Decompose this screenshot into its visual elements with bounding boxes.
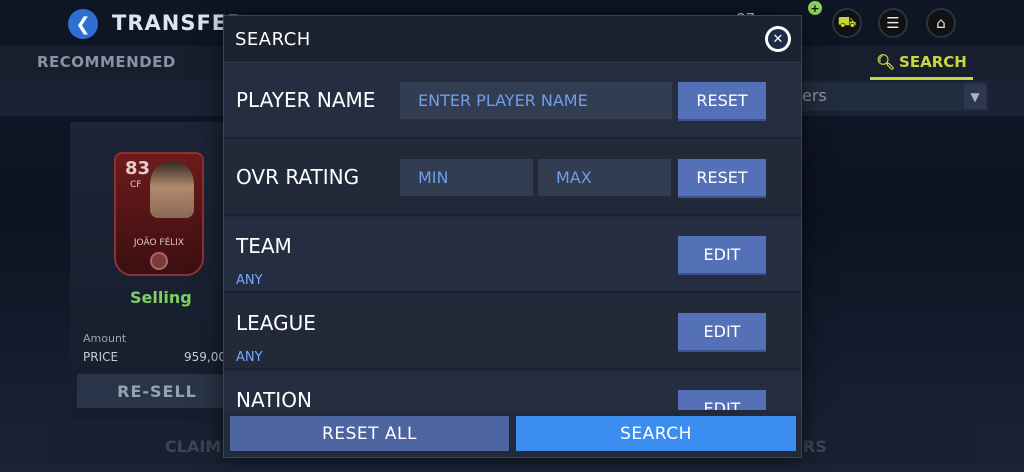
nation-label: NATION	[236, 388, 312, 410]
dialog-body[interactable]: PLAYER NAME ENTER PLAYER NAME RESET OVR …	[224, 64, 801, 410]
search-dialog: SEARCH ✕ PLAYER NAME ENTER PLAYER NAME R…	[223, 15, 802, 458]
team-edit-button[interactable]: EDIT	[678, 236, 766, 273]
close-button[interactable]: ✕	[765, 26, 791, 52]
price-label: PRICE	[83, 350, 119, 364]
team-row: TEAM ANY EDIT	[224, 218, 801, 293]
tab-search-label: SEARCH	[899, 53, 967, 71]
league-value: ANY	[236, 350, 263, 365]
dialog-title: SEARCH	[235, 29, 311, 50]
ovr-max-input[interactable]: MAX	[538, 159, 671, 196]
chevron-down-icon[interactable]: ▼	[964, 84, 986, 109]
resell-button[interactable]: RE-SELL	[77, 374, 237, 408]
search-button[interactable]: SEARCH	[516, 416, 796, 451]
player-name-row: PLAYER NAME ENTER PLAYER NAME RESET	[224, 64, 801, 139]
filter-select[interactable]: ers	[798, 82, 988, 111]
player-name: JOÃO FÉLIX	[133, 238, 185, 248]
status-badge: Selling	[130, 288, 192, 307]
nation-edit-button[interactable]: EDIT	[678, 390, 766, 410]
player-name-label: PLAYER NAME	[236, 88, 376, 112]
close-icon: ✕	[768, 29, 788, 49]
cart-icon[interactable]: ⛟	[832, 8, 862, 38]
player-photo	[150, 162, 194, 218]
player-position: CF	[130, 180, 142, 190]
club-badge-icon	[150, 252, 168, 270]
ovr-rating-reset-button[interactable]: RESET	[678, 159, 766, 196]
dialog-footer: RESET ALL SEARCH	[224, 410, 801, 457]
ovr-rating-label: OVR RATING	[236, 165, 360, 189]
team-value: ANY	[236, 273, 263, 288]
dialog-header: SEARCH ✕	[224, 16, 801, 63]
league-edit-button[interactable]: EDIT	[678, 313, 766, 350]
price-value: 959,00	[184, 350, 226, 364]
player-rating: 83	[125, 158, 151, 179]
player-name-input[interactable]: ENTER PLAYER NAME	[400, 82, 672, 119]
amount-label: Amount	[83, 332, 127, 345]
league-row: LEAGUE ANY EDIT	[224, 295, 801, 370]
tab-search[interactable]: 🔍︎ SEARCH	[870, 49, 973, 80]
list-icon[interactable]: ☰	[878, 8, 908, 38]
claim-button[interactable]: CLAIM	[165, 437, 221, 456]
add-coins-icon[interactable]: +	[808, 1, 822, 15]
search-icon: 🔍︎	[876, 53, 896, 71]
back-arrow-icon[interactable]: ❮	[68, 9, 98, 39]
ovr-rating-row: OVR RATING MIN MAX RESET	[224, 141, 801, 216]
player-name-reset-button[interactable]: RESET	[678, 82, 766, 119]
nation-row: NATION EDIT	[224, 372, 801, 410]
league-label: LEAGUE	[236, 311, 316, 335]
player-card[interactable]: 83 CF JOÃO FÉLIX	[114, 152, 204, 276]
team-label: TEAM	[236, 234, 292, 258]
ovr-min-input[interactable]: MIN	[400, 159, 533, 196]
tab-recommended[interactable]: RECOMMENDED	[37, 53, 176, 71]
home-icon[interactable]: ⌂	[926, 8, 956, 38]
reset-all-button[interactable]: RESET ALL	[230, 416, 509, 451]
